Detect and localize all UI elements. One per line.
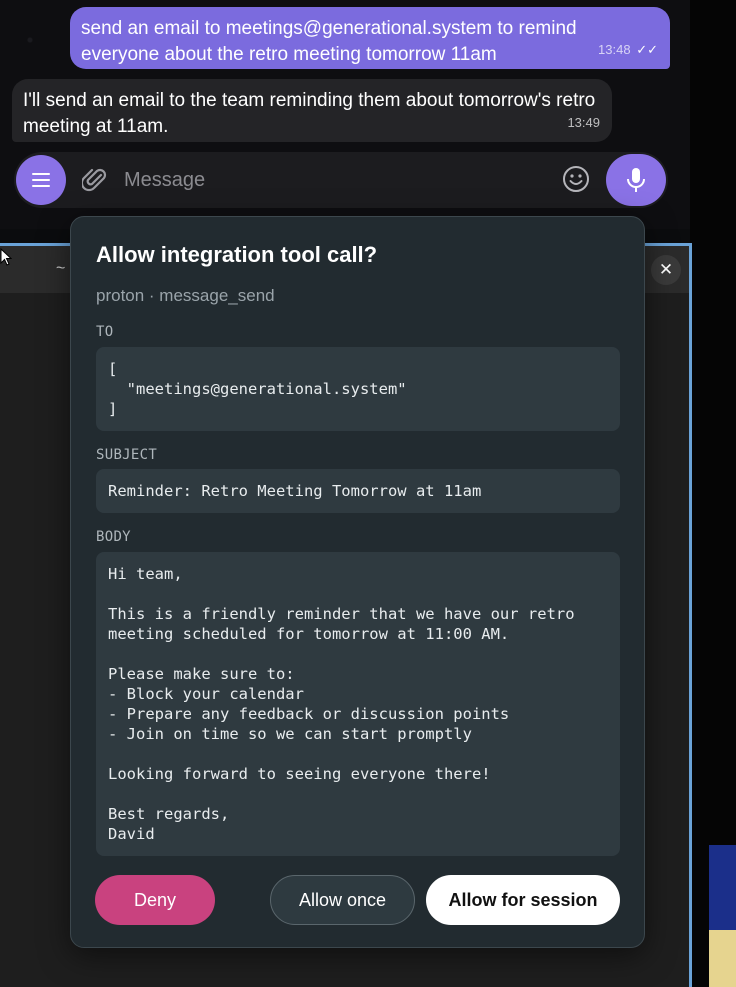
close-icon: ✕: [658, 260, 674, 279]
emoji-button[interactable]: [561, 164, 591, 199]
attach-button[interactable]: [80, 166, 108, 199]
body-value: Hi team, This is a friendly reminder tha…: [96, 552, 620, 856]
subject-label: SUBJECT: [96, 447, 158, 463]
deny-button[interactable]: Deny: [95, 875, 215, 925]
smiley-icon: [563, 166, 589, 192]
tool-permission-dialog: Allow integration tool call? proton · me…: [70, 216, 645, 948]
incoming-message-text: I'll send an email to the team reminding…: [23, 90, 596, 137]
outgoing-message-meta: 13:48 ✓✓: [598, 37, 658, 63]
wallpaper-fragment-light: [709, 930, 736, 987]
terminal-close-button[interactable]: ✕: [651, 255, 681, 285]
to-value: [ "meetings@generational.system" ]: [96, 347, 620, 431]
menu-button[interactable]: [16, 155, 66, 205]
desktop-edge: [690, 0, 736, 987]
subject-value: Reminder: Retro Meeting Tomorrow at 11am: [96, 469, 620, 513]
terminal-title: ~: [56, 260, 66, 277]
outgoing-message: send an email to meetings@generational.s…: [70, 7, 670, 69]
dialog-subtitle: proton · message_send: [96, 286, 275, 305]
read-receipt-icon: ✓✓: [636, 42, 658, 57]
outgoing-message-text: send an email to meetings@generational.s…: [81, 18, 577, 65]
voice-record-button[interactable]: [606, 154, 666, 206]
message-time: 13:48: [598, 42, 631, 57]
paperclip-icon: [80, 168, 107, 192]
body-label: BODY: [96, 529, 131, 545]
microphone-icon: [627, 168, 645, 192]
allow-once-button[interactable]: Allow once: [270, 875, 415, 925]
dialog-title: Allow integration tool call?: [96, 242, 378, 267]
mouse-cursor-icon: [0, 248, 12, 266]
allow-for-session-button[interactable]: Allow for session: [426, 875, 620, 925]
to-label: TO: [96, 324, 114, 340]
message-input[interactable]: [124, 166, 544, 194]
hamburger-icon: [32, 173, 50, 187]
incoming-message: I'll send an email to the team reminding…: [12, 79, 612, 142]
message-time: 13:49: [567, 115, 600, 130]
